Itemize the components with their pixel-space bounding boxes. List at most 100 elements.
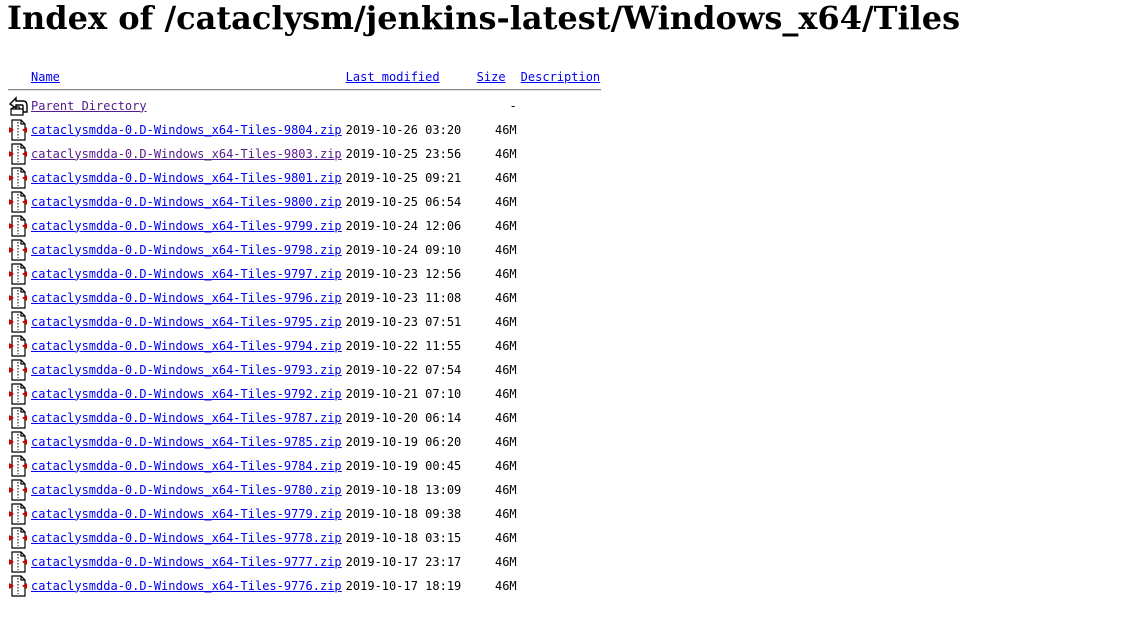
header-row: Name Last modified Size Description [8, 65, 601, 85]
file-link[interactable]: cataclysmdda-0.D-Windows_x64-Tiles-9794.… [31, 339, 342, 353]
file-description [520, 575, 601, 597]
file-link[interactable]: cataclysmdda-0.D-Windows_x64-Tiles-9795.… [31, 315, 342, 329]
file-modified: 2019-10-23 11:08 [345, 290, 462, 305]
compressed-file-icon [8, 263, 28, 285]
file-row: cataclysmdda-0.D-Windows_x64-Tiles-9801.… [8, 167, 601, 189]
compressed-file-icon [8, 383, 28, 405]
file-row: cataclysmdda-0.D-Windows_x64-Tiles-9798.… [8, 239, 601, 261]
file-modified: 2019-10-25 09:21 [345, 170, 462, 185]
parent-description [520, 95, 601, 117]
sort-by-size-link[interactable]: Size [477, 70, 506, 84]
compressed-file-icon [8, 455, 28, 477]
file-size: 46M [494, 242, 517, 257]
compressed-file-icon [8, 431, 28, 453]
file-description [520, 143, 601, 165]
file-modified: 2019-10-22 11:55 [345, 338, 462, 353]
file-description [520, 335, 601, 357]
file-size: 46M [494, 506, 517, 521]
file-row: cataclysmdda-0.D-Windows_x64-Tiles-9776.… [8, 575, 601, 597]
parent-directory-row: Parent Directory - [8, 95, 601, 117]
file-description [520, 215, 601, 237]
file-description [520, 167, 601, 189]
file-link[interactable]: cataclysmdda-0.D-Windows_x64-Tiles-9803.… [31, 147, 342, 161]
file-description [520, 287, 601, 309]
file-modified: 2019-10-19 06:20 [345, 434, 462, 449]
file-description [520, 239, 601, 261]
file-size: 46M [494, 122, 517, 137]
file-link[interactable]: cataclysmdda-0.D-Windows_x64-Tiles-9778.… [31, 531, 342, 545]
file-row: cataclysmdda-0.D-Windows_x64-Tiles-9777.… [8, 551, 601, 573]
file-link[interactable]: cataclysmdda-0.D-Windows_x64-Tiles-9798.… [31, 243, 342, 257]
file-modified: 2019-10-23 12:56 [345, 266, 462, 281]
file-size: 46M [494, 434, 517, 449]
file-size: 46M [494, 290, 517, 305]
file-modified: 2019-10-24 09:10 [345, 242, 462, 257]
file-link[interactable]: cataclysmdda-0.D-Windows_x64-Tiles-9784.… [31, 459, 342, 473]
file-modified: 2019-10-21 07:10 [345, 386, 462, 401]
page-title: Index of /cataclysm/jenkins-latest/Windo… [7, 0, 961, 37]
compressed-file-icon [8, 575, 28, 597]
compressed-file-icon [8, 551, 28, 573]
file-size: 46M [494, 170, 517, 185]
sort-by-name-link[interactable]: Name [31, 70, 60, 84]
sort-by-last-modified-link[interactable]: Last modified [346, 70, 440, 84]
file-description [520, 383, 601, 405]
file-row: cataclysmdda-0.D-Windows_x64-Tiles-9804.… [8, 119, 601, 141]
file-link[interactable]: cataclysmdda-0.D-Windows_x64-Tiles-9797.… [31, 267, 342, 281]
file-description [520, 311, 601, 333]
file-modified: 2019-10-23 07:51 [345, 314, 462, 329]
compressed-file-icon [8, 119, 28, 141]
parent-size: - [509, 98, 517, 113]
back-folder-icon [8, 95, 28, 117]
file-link[interactable]: cataclysmdda-0.D-Windows_x64-Tiles-9801.… [31, 171, 342, 185]
file-link[interactable]: cataclysmdda-0.D-Windows_x64-Tiles-9787.… [31, 411, 342, 425]
file-description [520, 119, 601, 141]
file-modified: 2019-10-17 23:17 [345, 554, 462, 569]
file-size: 46M [494, 458, 517, 473]
compressed-file-icon [8, 287, 28, 309]
file-link[interactable]: cataclysmdda-0.D-Windows_x64-Tiles-9776.… [31, 579, 342, 593]
file-link[interactable]: cataclysmdda-0.D-Windows_x64-Tiles-9780.… [31, 483, 342, 497]
sort-by-description-link[interactable]: Description [521, 70, 600, 84]
parent-directory-link[interactable]: Parent Directory [31, 99, 147, 113]
compressed-file-icon [8, 527, 28, 549]
file-size: 46M [494, 386, 517, 401]
compressed-file-icon [8, 215, 28, 237]
file-row: cataclysmdda-0.D-Windows_x64-Tiles-9800.… [8, 191, 601, 213]
file-link[interactable]: cataclysmdda-0.D-Windows_x64-Tiles-9779.… [31, 507, 342, 521]
compressed-file-icon [8, 503, 28, 525]
file-row: cataclysmdda-0.D-Windows_x64-Tiles-9780.… [8, 479, 601, 501]
file-modified: 2019-10-18 09:38 [345, 506, 462, 521]
file-link[interactable]: cataclysmdda-0.D-Windows_x64-Tiles-9785.… [31, 435, 342, 449]
file-row: cataclysmdda-0.D-Windows_x64-Tiles-9795.… [8, 311, 601, 333]
header-separator [8, 87, 602, 93]
file-link[interactable]: cataclysmdda-0.D-Windows_x64-Tiles-9792.… [31, 387, 342, 401]
file-link[interactable]: cataclysmdda-0.D-Windows_x64-Tiles-9796.… [31, 291, 342, 305]
file-description [520, 263, 601, 285]
file-description [520, 431, 601, 453]
compressed-file-icon [8, 143, 28, 165]
file-size: 46M [494, 218, 517, 233]
header-icon-cell [8, 65, 28, 85]
compressed-file-icon [8, 239, 28, 261]
file-size: 46M [494, 194, 517, 209]
file-modified: 2019-10-18 13:09 [345, 482, 462, 497]
file-link[interactable]: cataclysmdda-0.D-Windows_x64-Tiles-9777.… [31, 555, 342, 569]
file-row: cataclysmdda-0.D-Windows_x64-Tiles-9797.… [8, 263, 601, 285]
file-link[interactable]: cataclysmdda-0.D-Windows_x64-Tiles-9799.… [31, 219, 342, 233]
compressed-file-icon [8, 311, 28, 333]
file-modified: 2019-10-19 00:45 [345, 458, 462, 473]
file-link[interactable]: cataclysmdda-0.D-Windows_x64-Tiles-9804.… [31, 123, 342, 137]
file-link[interactable]: cataclysmdda-0.D-Windows_x64-Tiles-9800.… [31, 195, 342, 209]
file-row: cataclysmdda-0.D-Windows_x64-Tiles-9803.… [8, 143, 601, 165]
file-modified: 2019-10-17 18:19 [345, 578, 462, 593]
file-size: 46M [494, 410, 517, 425]
file-size: 46M [494, 530, 517, 545]
file-row: cataclysmdda-0.D-Windows_x64-Tiles-9787.… [8, 407, 601, 429]
file-description [520, 407, 601, 429]
file-modified: 2019-10-25 06:54 [345, 194, 462, 209]
file-link[interactable]: cataclysmdda-0.D-Windows_x64-Tiles-9793.… [31, 363, 342, 377]
file-size: 46M [494, 338, 517, 353]
file-size: 46M [494, 482, 517, 497]
file-row: cataclysmdda-0.D-Windows_x64-Tiles-9778.… [8, 527, 601, 549]
